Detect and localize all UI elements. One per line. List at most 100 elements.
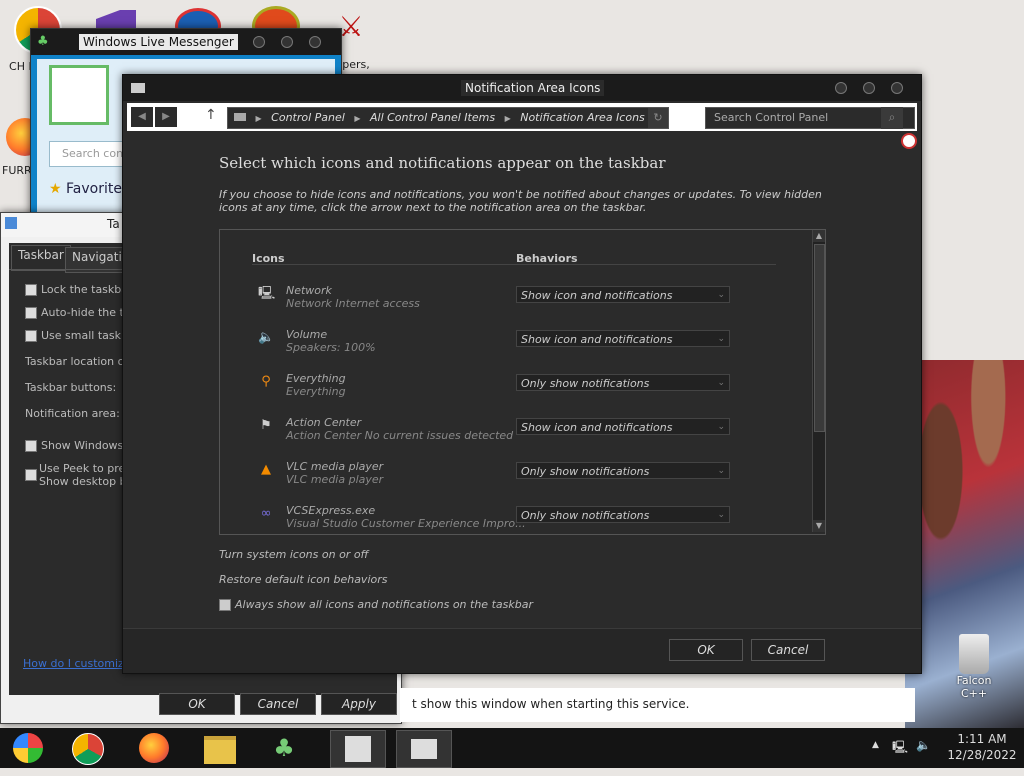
help-icon[interactable] — [901, 133, 917, 149]
checklist-icon — [345, 736, 371, 762]
list-scrollbar[interactable]: ▲ ▼ — [812, 230, 825, 532]
peek-checkbox[interactable]: Use Peek to previ Show desktop bu — [25, 462, 135, 488]
messenger-titlebar[interactable]: ♣ Windows Live Messenger — [31, 29, 341, 55]
list-item[interactable]: ∞ VCSExpress.exe Visual Studio Customer … — [258, 504, 778, 548]
notification-area-label: Notification area: — [25, 407, 120, 420]
avatar[interactable] — [49, 65, 109, 125]
chevron-down-icon: ⌄ — [717, 378, 725, 388]
infinity-icon: ∞ — [260, 506, 272, 521]
lock-taskbar-checkbox[interactable]: Lock the taskbar — [25, 283, 133, 296]
item-description: Action Center No current issues detected — [286, 429, 514, 442]
item-description: Network Internet access — [286, 297, 420, 310]
up-arrow-icon[interactable]: ↑ — [205, 107, 217, 123]
control-panel-icon — [411, 739, 437, 759]
desktop-icon-recycle-bin[interactable]: Falcon C++ — [944, 634, 1004, 700]
forward-button[interactable]: ▶ — [155, 107, 177, 127]
taskbar-properties-taskbar-button[interactable] — [330, 730, 386, 768]
maximize-button[interactable] — [281, 36, 293, 48]
breadcrumb-separator: ▶ — [255, 114, 262, 123]
file-explorer-taskbar-button[interactable] — [196, 730, 244, 766]
turn-system-icons-link[interactable]: Turn system icons on or off — [219, 548, 369, 561]
checkbox[interactable] — [25, 469, 37, 481]
checkbox[interactable] — [25, 330, 37, 342]
control-panel-taskbar-button[interactable] — [396, 730, 452, 768]
minimize-button[interactable] — [835, 82, 847, 94]
breadcrumb-separator: ▶ — [504, 114, 511, 123]
close-button[interactable] — [891, 82, 903, 94]
breadcrumb-control-panel[interactable]: Control Panel — [271, 111, 345, 124]
close-button[interactable] — [309, 36, 321, 48]
checkbox[interactable] — [25, 284, 37, 296]
show-hidden-icons-button[interactable]: ▲ — [872, 740, 879, 750]
item-name: Everything — [286, 372, 346, 385]
checkbox[interactable] — [219, 599, 231, 611]
checkbox[interactable] — [25, 307, 37, 319]
list-item[interactable]: ⚲ Everything Everything Only show notifi… — [258, 372, 778, 416]
page-description: If you choose to hide icons and notifica… — [219, 188, 822, 214]
behavior-dropdown[interactable]: Show icon and notifications ⌄ — [516, 418, 730, 435]
breadcrumb-notification-area[interactable]: Notification Area Icons — [520, 111, 645, 124]
chevron-down-icon: ⌄ — [717, 510, 725, 520]
chrome-taskbar-button[interactable] — [64, 730, 112, 766]
list-item[interactable]: ▲ VLC media player VLC media player Only… — [258, 460, 778, 504]
item-name: VLC media player — [286, 460, 384, 473]
firefox-taskbar-button[interactable] — [130, 730, 178, 766]
notification-area-icons-window[interactable]: Notification Area Icons ◀ ▶ ↑ ▶ Control … — [122, 74, 922, 674]
apply-button[interactable]: Apply — [321, 693, 397, 715]
network-icon[interactable]: 🖳 — [892, 738, 908, 759]
taskbar-buttons-label: Taskbar buttons: — [25, 381, 117, 394]
clock[interactable]: 1:11 AM 12/28/2022 — [944, 732, 1020, 762]
tprops-title: Ta — [107, 217, 120, 231]
dialog-footer: OK Cancel — [123, 628, 921, 673]
ok-button[interactable]: OK — [669, 639, 743, 661]
search-icon[interactable]: ⌕ — [881, 107, 903, 129]
ok-button[interactable]: OK — [159, 693, 235, 715]
taskbar: ♣ ▲ 🖳 🔈 1:11 AM 12/28/2022 — [0, 728, 1024, 768]
favorites-header[interactable]: ★ Favorite — [49, 181, 122, 197]
scroll-down-button[interactable]: ▼ — [813, 520, 825, 532]
item-description: Speakers: 100% — [286, 341, 376, 354]
tab-taskbar[interactable]: Taskbar — [11, 245, 71, 271]
peek-label-1: Use Peek to previ — [39, 462, 135, 475]
maximize-button[interactable] — [863, 82, 875, 94]
breadcrumb-all-items[interactable]: All Control Panel Items — [370, 111, 495, 124]
minimize-button[interactable] — [253, 36, 265, 48]
checkbox[interactable] — [25, 440, 37, 452]
back-button[interactable]: ◀ — [131, 107, 153, 127]
behavior-dropdown[interactable]: Only show notifications ⌄ — [516, 506, 730, 523]
autohide-checkbox[interactable]: Auto-hide the tas — [25, 306, 136, 319]
list-item[interactable]: ⚑ Action Center Action Center No current… — [258, 416, 778, 460]
behavior-dropdown[interactable]: Only show notifications ⌄ — [516, 462, 730, 479]
item-description: Visual Studio Customer Experience Impro.… — [286, 517, 526, 530]
desktop-icon-label: Falcon C++ — [956, 674, 992, 700]
address-bar[interactable]: ▶ Control Panel ▶ All Control Panel Item… — [227, 107, 669, 129]
help-link[interactable]: How do I customize — [23, 657, 131, 670]
always-show-checkbox[interactable]: Always show all icons and notifications … — [219, 598, 533, 611]
item-name: Action Center — [286, 416, 362, 429]
start-button[interactable] — [4, 730, 52, 766]
cancel-button[interactable]: Cancel — [240, 693, 316, 715]
scroll-up-button[interactable]: ▲ — [813, 230, 825, 242]
messenger-logo-icon: ♣ — [37, 34, 49, 49]
volume-icon: 🔈 — [258, 330, 275, 345]
behavior-dropdown[interactable]: Show icon and notifications ⌄ — [516, 330, 730, 347]
vlc-icon: ▲ — [261, 462, 271, 477]
control-panel-icon — [234, 113, 246, 121]
behavior-dropdown[interactable]: Show icon and notifications ⌄ — [516, 286, 730, 303]
restore-defaults-link[interactable]: Restore default icon behaviors — [219, 573, 388, 586]
messenger-taskbar-button[interactable]: ♣ — [260, 730, 308, 766]
refresh-icon[interactable]: ↻ — [648, 108, 668, 128]
main-titlebar[interactable]: Notification Area Icons — [123, 75, 921, 101]
item-name: Volume — [286, 328, 328, 341]
cancel-button[interactable]: Cancel — [751, 639, 825, 661]
desktop-icon-label: pers, — [342, 58, 370, 71]
list-item[interactable]: 🔈 Volume Speakers: 100% Show icon and no… — [258, 328, 778, 372]
always-show-label: Always show all icons and notifications … — [235, 598, 533, 611]
list-item[interactable]: 🖳 Network Network Internet access Show i… — [258, 284, 778, 328]
behavior-dropdown[interactable]: Only show notifications ⌄ — [516, 374, 730, 391]
network-icon: 🖳 — [258, 286, 276, 301]
scrollbar-thumb[interactable] — [814, 244, 825, 432]
clock-time: 1:11 AM — [957, 732, 1007, 746]
icons-list[interactable]: Icons Behaviors 🖳 Network Network Intern… — [219, 229, 826, 535]
volume-icon[interactable]: 🔈 — [916, 738, 931, 752]
